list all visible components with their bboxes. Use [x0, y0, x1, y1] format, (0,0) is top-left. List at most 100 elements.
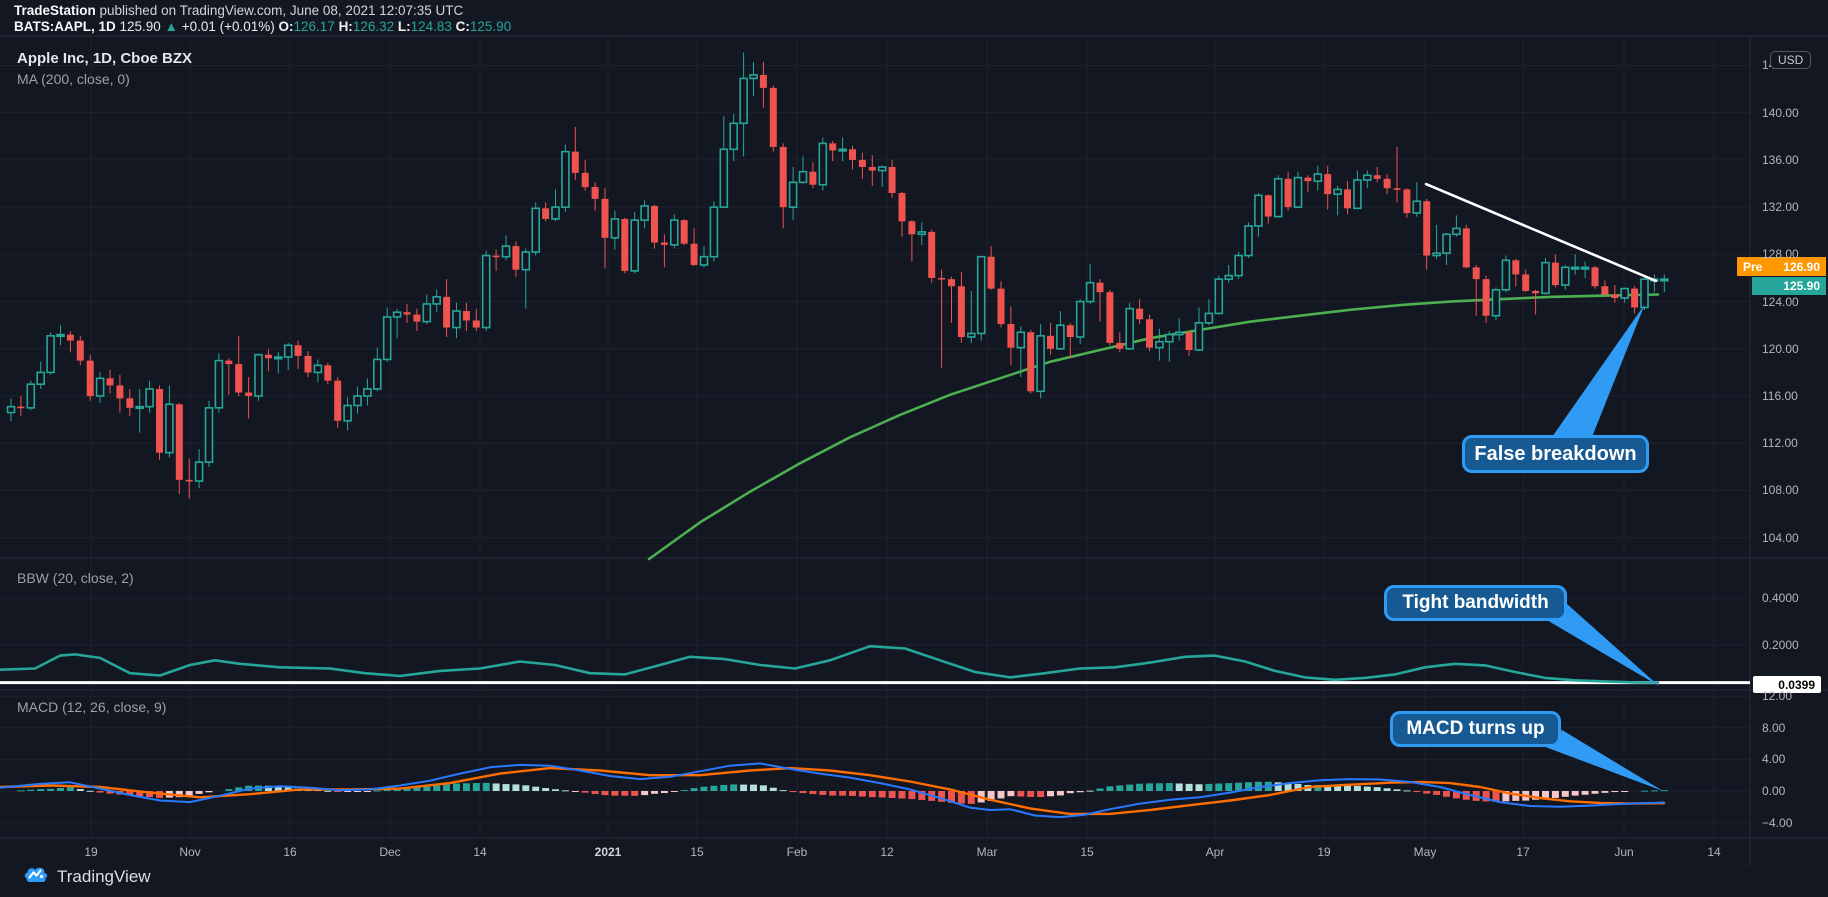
candle-body[interactable]	[610, 218, 620, 239]
candle-body[interactable]	[1224, 274, 1233, 280]
candle-body[interactable]	[1284, 178, 1292, 208]
candle-body[interactable]	[521, 251, 531, 271]
candle-body[interactable]	[601, 198, 609, 238]
candle-body[interactable]	[413, 314, 421, 322]
ma-legend[interactable]: MA (200, close, 0)	[17, 71, 130, 87]
candle-body[interactable]	[1036, 335, 1045, 393]
candle-body[interactable]	[165, 403, 174, 454]
candle-body[interactable]	[1273, 177, 1283, 218]
candle-body[interactable]	[898, 192, 906, 222]
candle-body[interactable]	[452, 310, 461, 329]
candle-body[interactable]	[957, 286, 965, 337]
candle-body[interactable]	[888, 166, 896, 193]
candle-body[interactable]	[669, 219, 679, 246]
candle-body[interactable]	[1432, 252, 1441, 257]
candle-body[interactable]	[531, 207, 541, 253]
candle-body[interactable]	[116, 385, 124, 399]
candle-body[interactable]	[1165, 333, 1174, 343]
candle-body[interactable]	[145, 388, 154, 408]
candle-body[interactable]	[1570, 266, 1580, 270]
candle-body[interactable]	[1353, 179, 1362, 210]
candle-body[interactable]	[76, 340, 84, 361]
candle-body[interactable]	[1244, 225, 1253, 257]
candle-body[interactable]	[699, 255, 709, 266]
candle-body[interactable]	[809, 171, 817, 185]
candle-body[interactable]	[1482, 279, 1490, 316]
candle-body[interactable]	[214, 359, 224, 409]
candle-body[interactable]	[1393, 188, 1401, 190]
candle-body[interactable]	[1174, 331, 1184, 336]
candle-body[interactable]	[1007, 324, 1015, 348]
candle-body[interactable]	[372, 358, 382, 390]
candle-body[interactable]	[324, 365, 332, 381]
candle-body[interactable]	[6, 405, 16, 414]
candle-body[interactable]	[1056, 324, 1065, 350]
candle-body[interactable]	[1532, 290, 1540, 294]
candle-body[interactable]	[1304, 177, 1312, 182]
candle-body[interactable]	[868, 166, 876, 171]
candle-body[interactable]	[264, 354, 272, 359]
candle-body[interactable]	[838, 148, 847, 152]
candle-body[interactable]	[849, 149, 856, 160]
candle-body[interactable]	[1541, 261, 1550, 295]
candle-body[interactable]	[1591, 267, 1599, 287]
candle-body[interactable]	[1136, 308, 1144, 320]
candle-body[interactable]	[175, 404, 183, 480]
candle-body[interactable]	[135, 405, 144, 410]
candle-body[interactable]	[1403, 189, 1411, 214]
candle-body[interactable]	[788, 181, 798, 208]
candle-body[interactable]	[1313, 173, 1323, 182]
candle-body[interactable]	[1442, 233, 1451, 254]
candle-body[interactable]	[1155, 340, 1164, 349]
candle-body[interactable]	[630, 219, 640, 272]
candle-body[interactable]	[621, 218, 629, 271]
candle-body[interactable]	[1047, 335, 1054, 349]
candle-body[interactable]	[928, 231, 936, 278]
candle-body[interactable]	[818, 142, 828, 186]
candle-body[interactable]	[472, 320, 480, 328]
candle-body[interactable]	[86, 360, 94, 397]
candle-body[interactable]	[1620, 287, 1629, 299]
candle-body[interactable]	[106, 378, 114, 386]
candle-body[interactable]	[185, 479, 193, 482]
candle-body[interactable]	[997, 288, 1005, 325]
candle-body[interactable]	[1185, 332, 1193, 350]
candle-body[interactable]	[1146, 319, 1153, 348]
candle-body[interactable]	[1085, 281, 1095, 303]
candle-body[interactable]	[1551, 262, 1559, 286]
candle-body[interactable]	[987, 256, 995, 289]
candle-body[interactable]	[1264, 195, 1272, 217]
candle-body[interactable]	[343, 404, 352, 422]
candle-body[interactable]	[1383, 178, 1391, 189]
candle-body[interactable]	[1194, 322, 1204, 351]
candle-body[interactable]	[739, 77, 748, 125]
tradingview-brand[interactable]: TradingView	[24, 866, 151, 888]
candle-body[interactable]	[156, 388, 163, 453]
candle-body[interactable]	[313, 364, 323, 374]
candle-body[interactable]	[1512, 260, 1520, 275]
candle-body[interactable]	[392, 311, 402, 318]
candle-body[interactable]	[1412, 200, 1422, 214]
candle-body[interactable]	[1423, 201, 1431, 256]
candle-body[interactable]	[1660, 278, 1669, 282]
candle-body[interactable]	[976, 255, 986, 335]
candle-body[interactable]	[403, 312, 411, 315]
candle-body[interactable]	[235, 364, 243, 393]
candle-body[interactable]	[858, 159, 866, 167]
candle-body[interactable]	[551, 206, 560, 220]
candle-body[interactable]	[542, 208, 550, 219]
candle-body[interactable]	[1106, 292, 1114, 343]
candle-body[interactable]	[1601, 286, 1609, 295]
candle-body[interactable]	[729, 122, 739, 151]
macd-legend[interactable]: MACD (12, 26, close, 9)	[17, 699, 166, 715]
candle-body[interactable]	[1501, 259, 1511, 291]
candle-body[interactable]	[759, 74, 767, 88]
candle-body[interactable]	[1234, 254, 1243, 277]
currency-badge[interactable]: USD	[1770, 51, 1812, 69]
candle-body[interactable]	[1075, 300, 1085, 338]
candle-body[interactable]	[126, 398, 134, 408]
candle-body[interactable]	[1640, 278, 1649, 309]
candle-body[interactable]	[1293, 176, 1303, 208]
candle-body[interactable]	[334, 380, 342, 421]
bbw-line[interactable]	[0, 644, 1660, 684]
